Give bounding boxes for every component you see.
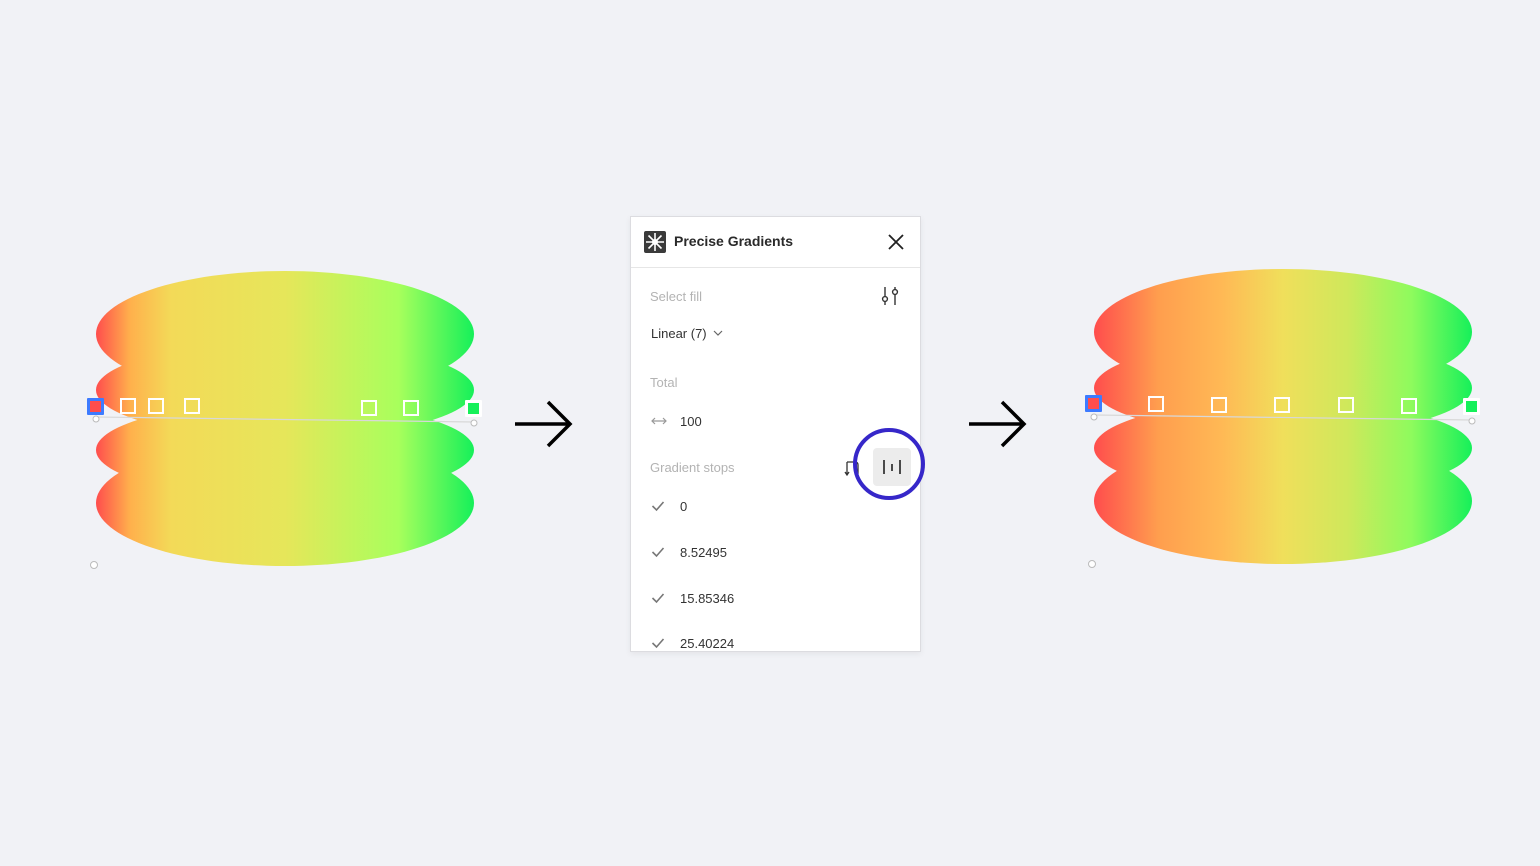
gradient-shape-after[interactable] [1078, 260, 1488, 580]
gradient-stop-handle[interactable] [1085, 395, 1102, 412]
gradient-stop-value: 8.52495 [680, 544, 727, 560]
gradient-stop-handle[interactable] [87, 398, 104, 415]
panel-title: Precise Gradients [674, 233, 794, 249]
gradient-stop-value: 15.85346 [680, 590, 735, 606]
gradient-stop-row[interactable]: 8.52495 [651, 542, 727, 562]
total-value: 100 [680, 413, 702, 429]
chevron-down-icon [713, 330, 723, 336]
gradient-stop-row[interactable]: 0 [651, 496, 687, 516]
double-arrow-icon [651, 417, 667, 425]
plugin-panel: Precise Gradients Select fill Linear (7)… [630, 216, 921, 652]
check-icon [651, 638, 665, 649]
reverse-icon[interactable] [841, 457, 863, 479]
plugin-logo-icon [644, 231, 666, 253]
gradient-shape-before[interactable] [80, 262, 490, 582]
total-input[interactable]: 100 [650, 411, 702, 431]
fill-dropdown-value: Linear (7) [651, 325, 707, 341]
gradient-stop-handle[interactable] [465, 400, 482, 417]
close-icon[interactable] [885, 231, 907, 253]
gradient-stop-value: 0 [680, 498, 688, 514]
gradient-stop-row[interactable]: 25.40224 [651, 633, 735, 651]
gradient-stop-value: 25.40224 [680, 635, 735, 651]
check-icon [651, 593, 665, 604]
distribute-evenly-button[interactable] [873, 448, 911, 486]
gradient-stops-label: Gradient stops [650, 460, 735, 475]
arrow-right-icon [969, 400, 1027, 448]
panel-header: Precise Gradients [631, 217, 920, 268]
select-fill-label: Select fill [650, 289, 703, 304]
distribute-evenly-icon [883, 460, 901, 474]
sliders-icon[interactable] [879, 285, 901, 307]
gradient-stop-handle[interactable] [1463, 398, 1480, 415]
arrow-right-icon [515, 400, 573, 448]
check-icon [651, 547, 665, 558]
fill-dropdown[interactable]: Linear (7) [651, 324, 723, 342]
check-icon [651, 501, 665, 512]
total-label: Total [650, 375, 678, 390]
gradient-stop-row[interactable]: 15.85346 [651, 588, 734, 608]
